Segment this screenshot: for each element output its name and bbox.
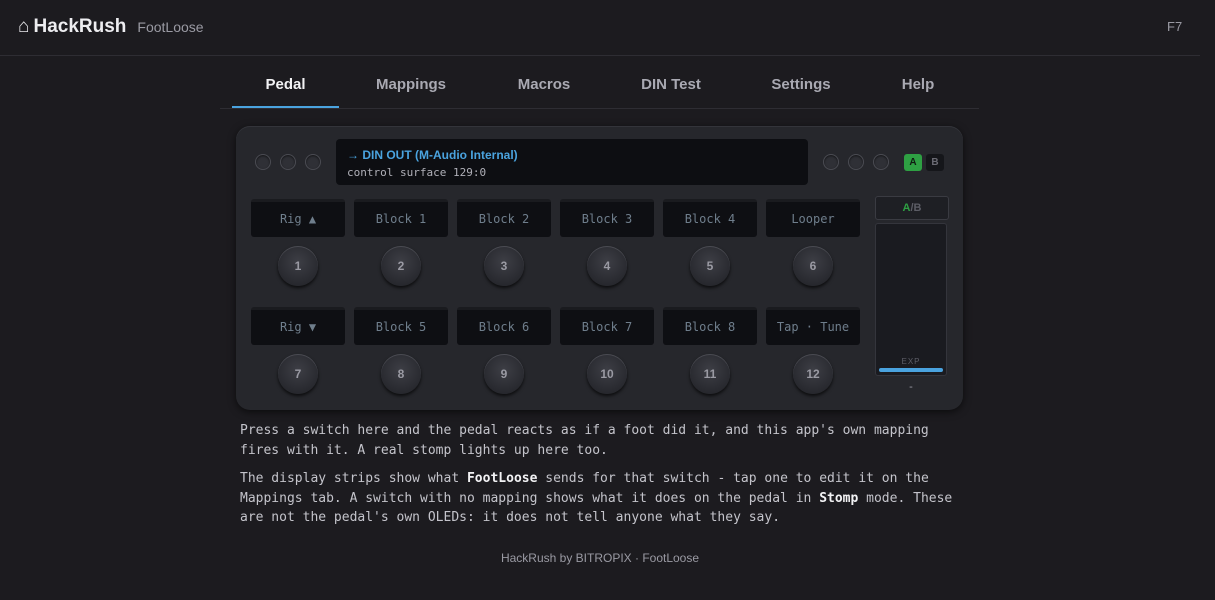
footswitch-6[interactable]: 6 — [793, 246, 833, 286]
tab-din-test[interactable]: DIN Test — [627, 64, 715, 107]
switch-strip-11[interactable]: Block 8 — [663, 307, 757, 345]
switch-strip-6[interactable]: Looper — [766, 199, 860, 237]
footswitch-12[interactable]: 12 — [793, 354, 833, 394]
display-device-info: control surface 129:0 — [347, 166, 487, 179]
led-indicator — [305, 154, 321, 170]
footer: HackRush by BITROPIX · FootLoose — [500, 551, 700, 565]
bank-a-button[interactable]: A — [904, 154, 922, 171]
switch-strip-12[interactable]: Tap · Tune — [766, 307, 860, 345]
expression-pedal[interactable]: EXP — [875, 223, 947, 376]
switch-strip-10[interactable]: Block 7 — [560, 307, 654, 345]
led-indicator — [255, 154, 271, 170]
help-text: The display strips show what — [240, 471, 467, 486]
expression-level-bar — [879, 368, 943, 372]
switch-strip-7[interactable]: Rig ▼ — [251, 307, 345, 345]
switch-strip-2[interactable]: Block 1 — [354, 199, 448, 237]
tab-help[interactable]: Help — [886, 64, 950, 107]
pedal-board: → DIN OUT (M-Audio Internal) control sur… — [236, 126, 963, 410]
help-app-name: FootLoose — [466, 471, 538, 486]
footswitch-7[interactable]: 7 — [278, 354, 318, 394]
led-indicator — [873, 154, 889, 170]
ab-toggle-button[interactable]: A/B — [875, 196, 949, 220]
tab-mappings[interactable]: Mappings — [361, 64, 461, 107]
tab-pedal[interactable]: Pedal — [232, 64, 339, 108]
brand[interactable]: ⌂ HackRush FootLoose — [18, 16, 204, 38]
app-header: ⌂ HackRush FootLoose F7 — [0, 0, 1200, 56]
led-indicator — [823, 154, 839, 170]
app-title: HackRush — [33, 16, 127, 37]
home-icon[interactable]: ⌂ — [18, 16, 29, 38]
bank-b-button[interactable]: B — [926, 154, 944, 171]
help-paragraph-2: The display strips show what FootLoose s… — [240, 469, 960, 528]
tab-macros[interactable]: Macros — [504, 64, 584, 107]
led-indicator — [848, 154, 864, 170]
switch-strip-3[interactable]: Block 2 — [457, 199, 551, 237]
switch-strip-9[interactable]: Block 6 — [457, 307, 551, 345]
footswitch-11[interactable]: 11 — [690, 354, 730, 394]
tab-settings[interactable]: Settings — [758, 64, 844, 107]
footswitch-8[interactable]: 8 — [381, 354, 421, 394]
help-paragraph-1: Press a switch here and the pedal reacts… — [240, 423, 929, 458]
display-output-port: → DIN OUT (M-Audio Internal) — [347, 148, 518, 162]
expression-label: EXP — [901, 357, 921, 366]
led-indicator — [280, 154, 296, 170]
footswitch-1[interactable]: 1 — [278, 246, 318, 286]
expression-value: - — [909, 381, 913, 393]
footswitch-5[interactable]: 5 — [690, 246, 730, 286]
footswitch-9[interactable]: 9 — [484, 354, 524, 394]
help-mode-name: Stomp — [819, 490, 859, 506]
switch-strip-5[interactable]: Block 4 — [663, 199, 757, 237]
footswitch-2[interactable]: 2 — [381, 246, 421, 286]
tab-bar: Pedal Mappings Macros DIN Test Settings … — [220, 64, 979, 109]
switch-strip-8[interactable]: Block 5 — [354, 307, 448, 345]
hotkey-label: F7 — [1167, 19, 1183, 34]
ab-toggle-b: /B — [910, 202, 922, 214]
footswitch-10[interactable]: 10 — [587, 354, 627, 394]
switch-strip-4[interactable]: Block 3 — [560, 199, 654, 237]
footswitch-4[interactable]: 4 — [587, 246, 627, 286]
pedal-display: → DIN OUT (M-Audio Internal) control sur… — [336, 139, 808, 185]
switch-strip-1[interactable]: Rig ▲ — [251, 199, 345, 237]
app-subtitle: FootLoose — [137, 19, 204, 35]
footswitch-3[interactable]: 3 — [484, 246, 524, 286]
